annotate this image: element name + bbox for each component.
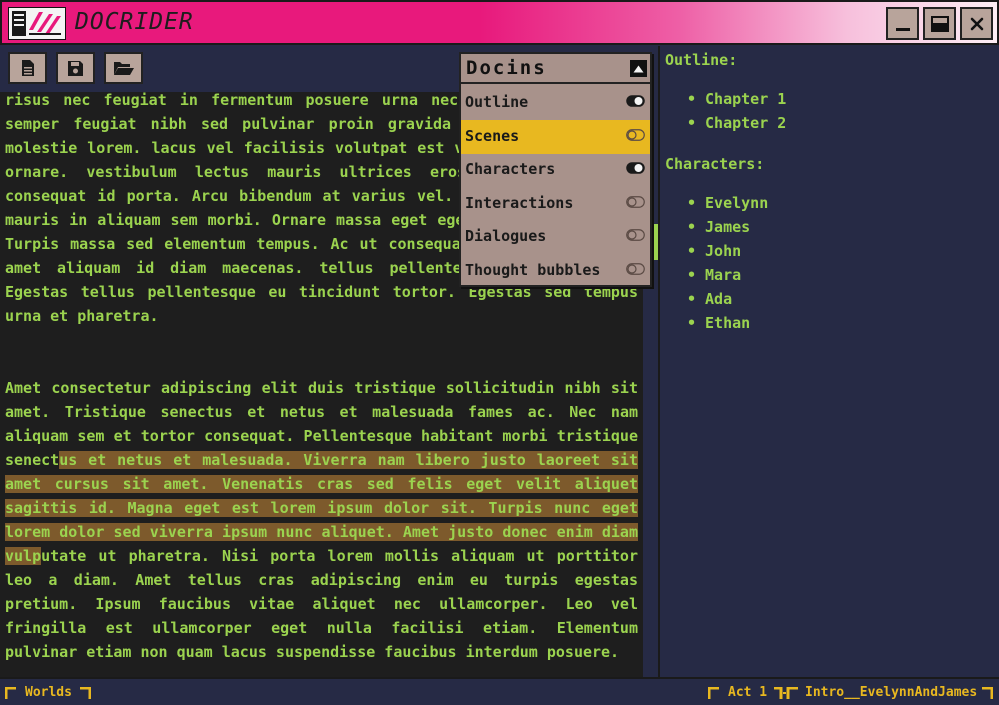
bracket-separator-icon bbox=[774, 687, 798, 699]
folder-open-icon bbox=[113, 62, 134, 75]
title-bar: DOCRIDER bbox=[0, 0, 999, 45]
outline-item[interactable]: Chapter 1 bbox=[687, 87, 786, 111]
maximize-icon bbox=[930, 15, 949, 32]
character-item[interactable]: Evelynn bbox=[687, 191, 768, 215]
docin-row[interactable]: Outline bbox=[461, 86, 650, 120]
minimize-icon bbox=[895, 27, 910, 31]
collapse-button[interactable] bbox=[630, 60, 647, 77]
docin-label: Thought bubbles bbox=[465, 261, 601, 279]
toggle-off-icon[interactable] bbox=[626, 229, 645, 242]
docins-title: Docins bbox=[466, 57, 547, 79]
character-item[interactable]: Mara bbox=[687, 263, 768, 287]
outline-heading: Outline: bbox=[665, 51, 738, 69]
maximize-button[interactable] bbox=[923, 7, 956, 40]
minimize-button[interactable] bbox=[886, 7, 919, 40]
save-button[interactable] bbox=[56, 52, 95, 84]
bracket-open-icon bbox=[5, 687, 16, 699]
bracket-close-icon bbox=[982, 687, 993, 699]
outline-list: Chapter 1 Chapter 2 bbox=[687, 87, 786, 135]
toggle-off-icon[interactable] bbox=[626, 128, 645, 141]
open-button[interactable] bbox=[104, 52, 143, 84]
docin-row[interactable]: Characters bbox=[461, 153, 650, 187]
docin-label: Characters bbox=[465, 160, 556, 179]
worlds-label[interactable]: Worlds bbox=[25, 685, 72, 700]
app-title: DOCRIDER bbox=[75, 9, 194, 35]
docins-output-panel: Outline: Chapter 1 Chapter 2 Characters:… bbox=[660, 46, 999, 677]
app-logo bbox=[8, 7, 66, 40]
character-item[interactable]: James bbox=[687, 215, 768, 239]
docin-row[interactable]: Thought bubbles bbox=[461, 254, 650, 288]
bracket-open-icon bbox=[708, 687, 719, 699]
toggle-on-icon[interactable] bbox=[626, 95, 645, 107]
docins-dropdown: Docins Outline Scenes Characters Interactio… bbox=[459, 52, 652, 287]
bracket-close-icon bbox=[80, 687, 91, 699]
logo-graphic bbox=[12, 11, 61, 36]
toggle-on-icon[interactable] bbox=[626, 162, 645, 174]
character-item[interactable]: Ada bbox=[687, 287, 768, 311]
docin-row[interactable]: Scenes bbox=[461, 119, 650, 154]
docin-row[interactable]: Dialogues bbox=[461, 220, 650, 254]
docins-header[interactable]: Docins bbox=[461, 54, 650, 84]
character-item[interactable]: Ethan bbox=[687, 311, 768, 335]
characters-heading: Characters: bbox=[665, 155, 765, 173]
status-bar: Worlds Act 1 Intro__EvelynnAndJames bbox=[0, 677, 999, 705]
character-item[interactable]: John bbox=[687, 239, 768, 263]
outline-item[interactable]: Chapter 2 bbox=[687, 111, 786, 135]
scene-label[interactable]: Intro__EvelynnAndJames bbox=[805, 685, 977, 700]
editor-paragraph[interactable]: Amet consectetur adipiscing elit duis tr… bbox=[5, 376, 638, 664]
text-span: utate ut pharetra. Nisi porta lorem moll… bbox=[5, 547, 638, 661]
docin-label: Outline bbox=[465, 93, 529, 111]
floppy-disk-icon bbox=[68, 60, 83, 76]
character-list: Evelynn James John Mara Ada Ethan bbox=[687, 191, 768, 335]
docin-label: Dialogues bbox=[465, 227, 547, 246]
toggle-off-icon[interactable] bbox=[626, 195, 645, 208]
docin-label: Scenes bbox=[465, 126, 520, 145]
chevron-up-icon bbox=[633, 65, 644, 72]
docin-label: Interactions bbox=[465, 193, 574, 212]
close-icon bbox=[970, 17, 983, 30]
file-icon bbox=[21, 60, 34, 76]
docin-row[interactable]: Interactions bbox=[461, 187, 650, 221]
close-button[interactable] bbox=[960, 7, 993, 40]
new-document-button[interactable] bbox=[8, 52, 47, 84]
toggle-off-icon[interactable] bbox=[626, 263, 645, 275]
act-label[interactable]: Act 1 bbox=[728, 685, 767, 700]
